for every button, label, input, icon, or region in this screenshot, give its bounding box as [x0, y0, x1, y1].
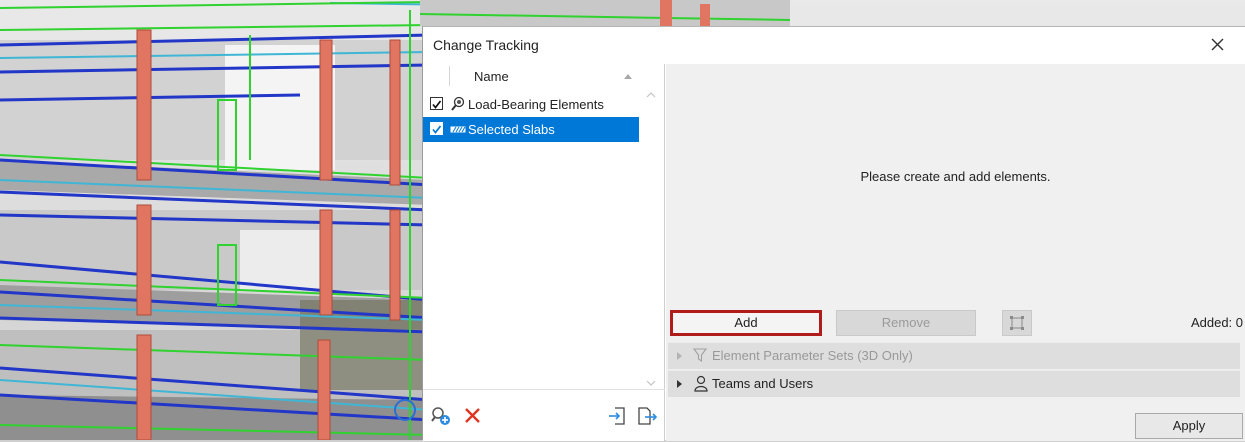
magnifier-lens-icon: [450, 96, 466, 115]
add-button[interactable]: Add: [670, 310, 822, 336]
list-scrollbar[interactable]: [639, 88, 663, 388]
list-item-label: Selected Slabs: [468, 122, 555, 137]
list-header[interactable]: Name: [423, 64, 639, 88]
slab-hatch-icon: [450, 121, 466, 140]
user-icon: [694, 375, 708, 392]
dialog-titlebar[interactable]: Change Tracking: [423, 27, 1245, 64]
dialog-title: Change Tracking: [433, 37, 539, 53]
expand-arrow-icon: [677, 352, 682, 360]
tracking-sets-panel: Name Load-Bearing Elements Selected Slab…: [423, 64, 665, 441]
remove-button[interactable]: Remove: [836, 310, 976, 336]
checkbox-selected-slabs[interactable]: [430, 122, 443, 135]
close-button[interactable]: [1207, 33, 1229, 55]
scrollbar-arrows: [646, 92, 656, 386]
chevron-up-icon: [646, 92, 656, 98]
delete-set-button[interactable]: [461, 404, 485, 428]
new-set-button[interactable]: [429, 404, 453, 428]
list-item-label: Load-Bearing Elements: [468, 97, 604, 112]
apply-button[interactable]: Apply: [1135, 413, 1243, 439]
close-icon: [1211, 38, 1224, 51]
column-header-name[interactable]: Name: [474, 69, 509, 84]
tracking-details-panel: Please create and add elements. Add Remo…: [666, 64, 1245, 441]
checkbox-load-bearing[interactable]: [430, 97, 443, 110]
section-label: Element Parameter Sets (3D Only): [712, 348, 913, 363]
change-tracking-dialog: Change Tracking Name Load-Bearing Elemen…: [422, 26, 1245, 441]
section-teams-and-users[interactable]: Teams and Users: [668, 370, 1240, 397]
added-count: Added: 0: [1190, 315, 1243, 330]
checkmark-icon: [432, 100, 442, 109]
add-set-icon: [431, 407, 450, 425]
empty-state-message: Please create and add elements.: [860, 169, 1051, 184]
expand-arrow-icon: [677, 380, 682, 388]
chevron-down-icon: [646, 380, 656, 386]
delete-icon: [465, 408, 480, 423]
list-toolbar: [423, 389, 665, 442]
marquee-select-button[interactable]: [1002, 310, 1032, 336]
filter-icon: [693, 348, 707, 363]
header-divider: [449, 66, 450, 86]
section-element-parameter-sets[interactable]: Element Parameter Sets (3D Only): [668, 342, 1240, 369]
import-icon: [609, 407, 625, 425]
list-item-selected-slabs[interactable]: Selected Slabs: [423, 117, 639, 142]
list-item-load-bearing[interactable]: Load-Bearing Elements: [423, 92, 639, 117]
import-button[interactable]: [606, 404, 630, 428]
section-label: Teams and Users: [712, 376, 814, 391]
marquee-icon: [1010, 316, 1024, 330]
checkmark-icon: [432, 125, 442, 134]
sort-ascending-icon: [624, 74, 632, 79]
export-button[interactable]: [635, 404, 659, 428]
export-icon: [638, 407, 658, 425]
